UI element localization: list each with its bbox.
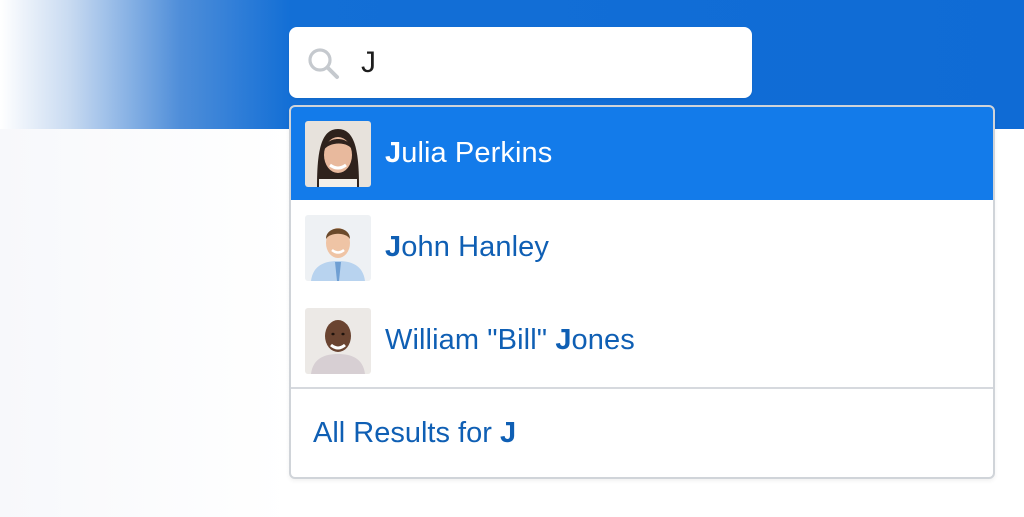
avatar-julia-perkins bbox=[305, 120, 371, 187]
result-item-william-bill-jones[interactable]: William "Bill" Jones bbox=[291, 294, 993, 387]
page-background bbox=[0, 129, 290, 517]
avatar-william-bill-jones bbox=[305, 307, 371, 374]
result-name: William "Bill" Jones bbox=[385, 324, 635, 356]
all-results-link[interactable]: All Results for J bbox=[313, 417, 516, 450]
result-name: John Hanley bbox=[385, 231, 549, 263]
divider bbox=[291, 387, 993, 389]
search-box[interactable] bbox=[289, 27, 752, 98]
search-input[interactable] bbox=[361, 41, 731, 85]
autocomplete-dropdown: Julia Perkins John Hanley William "Bill"… bbox=[289, 105, 995, 479]
avatar-john-hanley bbox=[305, 214, 371, 281]
search-icon bbox=[308, 48, 339, 79]
result-name: Julia Perkins bbox=[385, 137, 553, 169]
result-item-julia-perkins[interactable]: Julia Perkins bbox=[291, 107, 993, 200]
result-item-john-hanley[interactable]: John Hanley bbox=[291, 201, 993, 294]
